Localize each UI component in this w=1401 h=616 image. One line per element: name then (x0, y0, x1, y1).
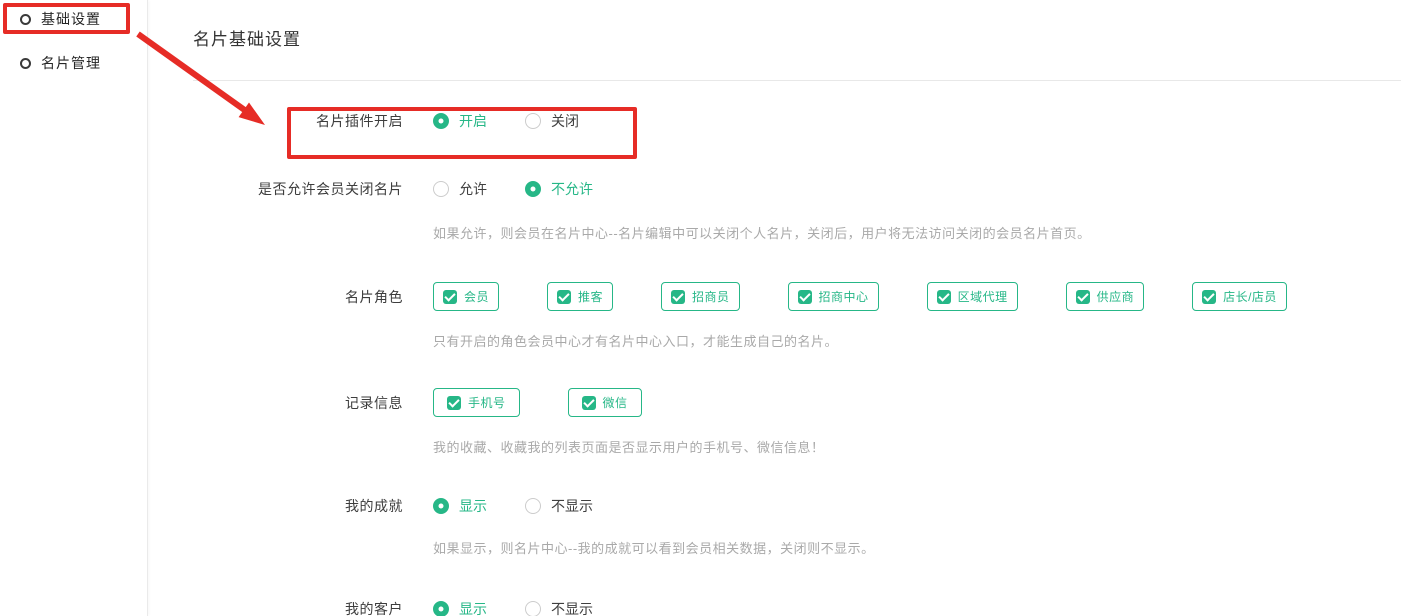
checked-icon[interactable] (447, 396, 461, 410)
checkbox-role-regional-agent[interactable]: 区域代理 (927, 282, 1018, 311)
checked-icon[interactable] (557, 290, 571, 304)
radio-label: 关闭 (551, 111, 579, 131)
checkbox-role-supplier[interactable]: 供应商 (1066, 282, 1145, 311)
help-text: 如果显示，则名片中心--我的成就可以看到会员相关数据，关闭则不显示。 (433, 538, 1401, 557)
help-text: 我的收藏、收藏我的列表页面是否显示用户的手机号、微信信息！ (433, 437, 1401, 456)
page-title: 名片基础设置 (193, 28, 1401, 52)
help-text: 只有开启的角色会员中心才有名片中心入口，才能生成自己的名片。 (433, 331, 1401, 350)
checkbox-label: 微信 (603, 394, 628, 411)
help-text: 如果允许，则会员在名片中心--名片编辑中可以关闭个人名片，关闭后，用户将无法访问… (433, 223, 1401, 242)
circle-icon (20, 58, 31, 69)
checkbox-wechat[interactable]: 微信 (568, 388, 642, 417)
checkbox-role-shop-staff[interactable]: 店长/店员 (1192, 282, 1287, 311)
checkbox-label: 供应商 (1097, 288, 1135, 305)
radio-unselected-icon[interactable] (525, 498, 541, 514)
checked-icon[interactable] (1076, 290, 1090, 304)
sidebar: 基础设置 名片管理 (0, 0, 148, 616)
checkbox-label: 招商中心 (819, 288, 869, 305)
circle-icon (20, 14, 31, 25)
checked-icon[interactable] (443, 290, 457, 304)
checked-icon[interactable] (671, 290, 685, 304)
radio-label: 显示 (459, 496, 487, 516)
main-content: 名片基础设置 名片插件开启 开启 关闭 (148, 0, 1401, 616)
checkbox-label: 店长/店员 (1223, 288, 1277, 305)
checked-icon[interactable] (798, 290, 812, 304)
checkbox-role-member[interactable]: 会员 (433, 282, 499, 311)
radio-unselected-icon[interactable] (433, 181, 449, 197)
radio-option-show[interactable]: 显示 (433, 599, 487, 616)
radio-selected-icon[interactable] (525, 181, 541, 197)
checkbox-label: 区域代理 (958, 288, 1008, 305)
radio-unselected-icon[interactable] (525, 113, 541, 129)
checkbox-role-investment-agent[interactable]: 招商员 (661, 282, 740, 311)
radio-label: 显示 (459, 599, 487, 616)
checkbox-role-promoter[interactable]: 推客 (547, 282, 613, 311)
sidebar-item-card-management[interactable]: 名片管理 (0, 46, 147, 80)
form-row-plugin-enable: 名片插件开启 开启 关闭 (193, 111, 1401, 131)
checkbox-role-investment-center[interactable]: 招商中心 (788, 282, 879, 311)
form-row-card-roles: 名片角色 会员 推客 招商员 (193, 282, 1401, 350)
radio-option-hide[interactable]: 不显示 (525, 496, 593, 516)
field-label: 记录信息 (193, 393, 403, 413)
radio-option-disallow[interactable]: 不允许 (525, 179, 593, 199)
checked-icon[interactable] (582, 396, 596, 410)
field-label: 名片插件开启 (193, 111, 403, 131)
field-label: 是否允许会员关闭名片 (193, 179, 403, 199)
sidebar-item-basic-settings[interactable]: 基础设置 (0, 2, 147, 36)
radio-label: 不显示 (551, 496, 593, 516)
checkbox-phone[interactable]: 手机号 (433, 388, 520, 417)
radio-label: 不显示 (551, 599, 593, 616)
radio-option-off[interactable]: 关闭 (525, 111, 579, 131)
checked-icon[interactable] (937, 290, 951, 304)
radio-option-show[interactable]: 显示 (433, 496, 487, 516)
field-label: 我的客户 (193, 599, 403, 616)
checkbox-label: 会员 (464, 288, 489, 305)
form-row-record-info: 记录信息 手机号 微信 我的收藏、收藏我的列表页面是否显示用户的手机号、微信信息… (193, 388, 1401, 456)
radio-selected-icon[interactable] (433, 498, 449, 514)
checkbox-label: 招商员 (692, 288, 730, 305)
radio-label: 允许 (459, 179, 487, 199)
field-label: 我的成就 (193, 496, 403, 516)
checkbox-label: 推客 (578, 288, 603, 305)
settings-page: 基础设置 名片管理 名片基础设置 名片插件开启 开启 (0, 0, 1401, 616)
radio-selected-icon[interactable] (433, 601, 449, 616)
radio-option-hide[interactable]: 不显示 (525, 599, 593, 616)
sidebar-item-label: 名片管理 (41, 53, 101, 73)
radio-label: 开启 (459, 111, 487, 131)
settings-form: 名片插件开启 开启 关闭 是否允许会 (193, 111, 1401, 616)
checkbox-label: 手机号 (468, 394, 506, 411)
radio-option-on[interactable]: 开启 (433, 111, 487, 131)
field-label: 名片角色 (193, 287, 403, 307)
divider (193, 80, 1401, 81)
radio-label: 不允许 (551, 179, 593, 199)
radio-option-allow[interactable]: 允许 (433, 179, 487, 199)
form-row-allow-close: 是否允许会员关闭名片 允许 不允许 如果允许，则会员在名片中心--名片编辑中可以… (193, 179, 1401, 242)
form-row-my-customers: 我的客户 显示 不显示 (193, 599, 1401, 616)
radio-unselected-icon[interactable] (525, 601, 541, 616)
form-row-my-achievements: 我的成就 显示 不显示 如果显示，则名片中心--我的成就可以看到会员相关数据，关… (193, 496, 1401, 557)
checked-icon[interactable] (1202, 290, 1216, 304)
sidebar-item-label: 基础设置 (41, 9, 101, 29)
radio-selected-icon[interactable] (433, 113, 449, 129)
